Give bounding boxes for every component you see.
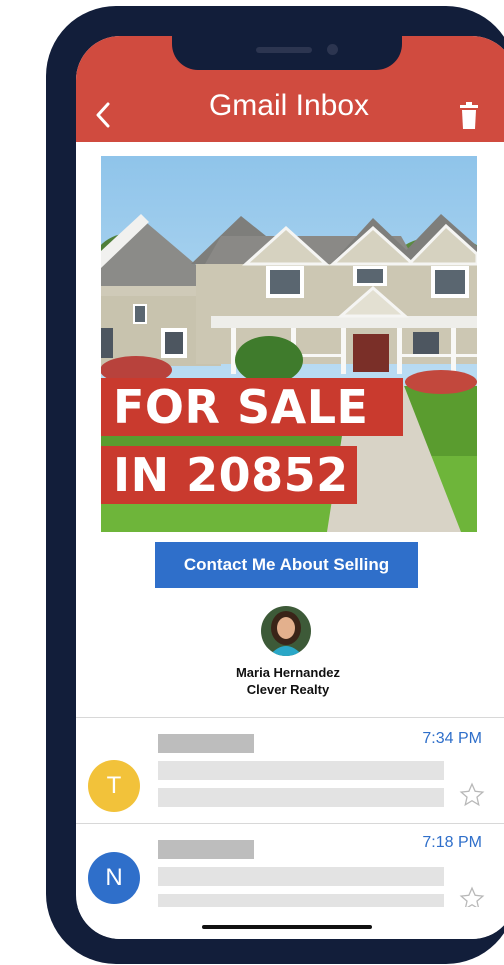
phone-notch <box>172 36 402 70</box>
email-time: 7:34 PM <box>422 730 482 747</box>
preview-placeholder <box>158 788 444 807</box>
sender-placeholder <box>158 840 254 859</box>
page-title: Gmail Inbox <box>208 89 370 122</box>
phone-screen: Gmail Inbox FOR SALE IN 20852 Contact Me… <box>76 36 504 939</box>
trash-icon <box>460 102 478 129</box>
front-camera <box>327 44 338 55</box>
house-photo: FOR SALE IN 20852 <box>101 156 477 532</box>
home-indicator[interactable] <box>202 925 372 929</box>
sale-banner-line1: FOR SALE <box>101 378 403 436</box>
sale-banner-line2: IN 20852 <box>101 446 357 504</box>
subject-placeholder <box>158 761 444 780</box>
home-indicator-area <box>76 907 504 939</box>
agent-company: Clever Realty <box>246 682 330 697</box>
agent-portrait <box>261 606 311 656</box>
email-list-item[interactable]: T 7:34 PM <box>76 718 504 823</box>
star-button[interactable] <box>459 782 485 808</box>
subject-placeholder <box>158 867 444 886</box>
star-icon <box>459 782 485 807</box>
contact-selling-button[interactable]: Contact Me About Selling <box>155 542 418 588</box>
agent-name: Maria Hernandez <box>235 665 341 680</box>
sender-placeholder <box>158 734 254 753</box>
delete-button[interactable] <box>458 102 480 130</box>
speaker-grille <box>256 47 312 53</box>
sender-avatar: N <box>88 852 140 904</box>
agent-avatar <box>261 606 311 656</box>
email-time: 7:18 PM <box>422 834 482 851</box>
sender-avatar: T <box>88 760 140 812</box>
app-header: Gmail Inbox <box>76 36 504 142</box>
